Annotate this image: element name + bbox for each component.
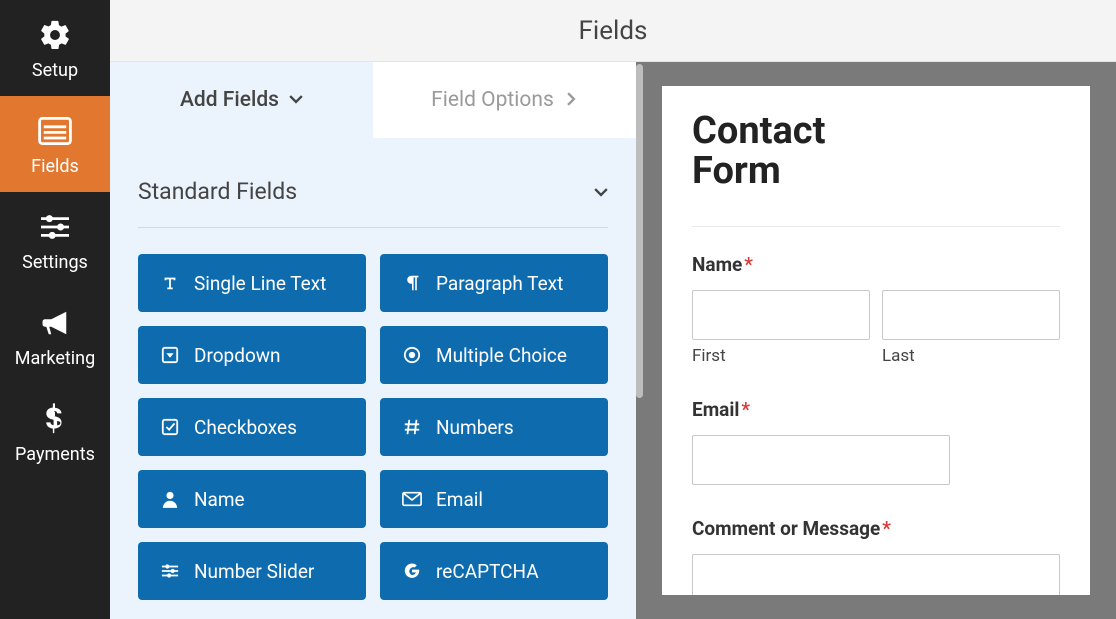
field-email[interactable]: Email — [380, 470, 608, 528]
gear-icon — [38, 16, 72, 54]
chevron-right-icon — [564, 88, 578, 112]
last-sub-label: Last — [882, 346, 1060, 366]
field-number-slider[interactable]: Number Slider — [138, 542, 366, 600]
sidebar-item-settings[interactable]: Settings — [0, 192, 110, 288]
section-title: Standard Fields — [138, 178, 297, 205]
main-area: Fields Add Fields Field Options — [110, 0, 1116, 619]
sliders-icon — [38, 208, 72, 246]
field-grid: Single Line Text Paragraph Text Dropdown — [110, 228, 636, 610]
field-label: Multiple Choice — [436, 344, 567, 367]
sidebar-item-label: Settings — [22, 252, 88, 273]
paragraph-icon — [402, 273, 422, 293]
sidebar-item-payments[interactable]: Payments — [0, 384, 110, 480]
sidebar-item-setup[interactable]: Setup — [0, 0, 110, 96]
first-sub-label: First — [692, 346, 870, 366]
message-input[interactable] — [692, 554, 1060, 595]
field-dropdown[interactable]: Dropdown — [138, 326, 366, 384]
checkbox-icon — [160, 417, 180, 437]
field-single-line-text[interactable]: Single Line Text — [138, 254, 366, 312]
chevron-down-icon — [594, 178, 608, 205]
sidebar-item-marketing[interactable]: Marketing — [0, 288, 110, 384]
sidebar-item-label: Fields — [31, 156, 79, 177]
dollar-icon — [44, 400, 66, 438]
field-label: Email — [436, 488, 483, 511]
sliders-icon — [160, 561, 180, 581]
divider — [692, 226, 1060, 227]
fields-panel: Add Fields Field Options Standard Fields — [110, 62, 636, 619]
sidebar-item-label: Marketing — [15, 348, 95, 369]
form-icon — [38, 112, 72, 150]
sidebar-item-fields[interactable]: Fields — [0, 96, 110, 192]
first-name-input[interactable] — [692, 290, 870, 340]
section-standard-fields[interactable]: Standard Fields — [138, 154, 608, 228]
google-icon — [402, 561, 422, 581]
field-label: Name — [194, 488, 245, 511]
field-label: Single Line Text — [194, 272, 326, 295]
required-asterisk: * — [744, 253, 753, 276]
field-label: Numbers — [436, 416, 514, 439]
field-label: Checkboxes — [194, 416, 297, 439]
field-paragraph-text[interactable]: Paragraph Text — [380, 254, 608, 312]
form-group-email: Email* — [692, 398, 1060, 485]
message-label: Comment or Message* — [692, 517, 1060, 540]
name-label: Name* — [692, 253, 1060, 276]
tab-field-options[interactable]: Field Options — [373, 62, 636, 138]
last-name-input[interactable] — [882, 290, 1060, 340]
panel-scrollbar[interactable] — [636, 64, 643, 398]
dropdown-icon — [160, 345, 180, 365]
required-asterisk: * — [741, 398, 750, 421]
field-label: Paragraph Text — [436, 272, 563, 295]
field-recaptcha[interactable]: reCAPTCHA — [380, 542, 608, 600]
email-input[interactable] — [692, 435, 950, 485]
sidebar-item-label: Setup — [32, 60, 78, 81]
body: Add Fields Field Options Standard Fields — [110, 62, 1116, 619]
tab-label: Add Fields — [180, 88, 279, 112]
tab-add-fields[interactable]: Add Fields — [110, 62, 373, 138]
field-numbers[interactable]: Numbers — [380, 398, 608, 456]
tab-label: Field Options — [431, 88, 554, 112]
email-label: Email* — [692, 398, 1060, 421]
envelope-icon — [402, 489, 422, 509]
panel-tabs: Add Fields Field Options — [110, 62, 636, 138]
form-group-message: Comment or Message* — [692, 517, 1060, 595]
page-title: Fields — [579, 16, 648, 46]
text-icon — [160, 273, 180, 293]
field-label: Dropdown — [194, 344, 281, 367]
form-preview-area: ContactForm Name* First Last — [636, 62, 1116, 619]
app-sidebar: Setup Fields Settings Marketing Payments — [0, 0, 110, 619]
field-label: reCAPTCHA — [436, 560, 539, 583]
page-header: Fields — [110, 0, 1116, 62]
hash-icon — [402, 417, 422, 437]
form-card: ContactForm Name* First Last — [662, 86, 1090, 595]
sidebar-item-label: Payments — [15, 444, 95, 465]
bullhorn-icon — [38, 304, 72, 342]
field-multiple-choice[interactable]: Multiple Choice — [380, 326, 608, 384]
field-name[interactable]: Name — [138, 470, 366, 528]
form-group-name: Name* First Last — [692, 253, 1060, 366]
form-title: ContactForm — [692, 112, 1060, 192]
chevron-down-icon — [289, 88, 303, 112]
required-asterisk: * — [882, 517, 891, 540]
radio-icon — [402, 345, 422, 365]
field-label: Number Slider — [194, 560, 314, 583]
user-icon — [160, 489, 180, 509]
field-checkboxes[interactable]: Checkboxes — [138, 398, 366, 456]
